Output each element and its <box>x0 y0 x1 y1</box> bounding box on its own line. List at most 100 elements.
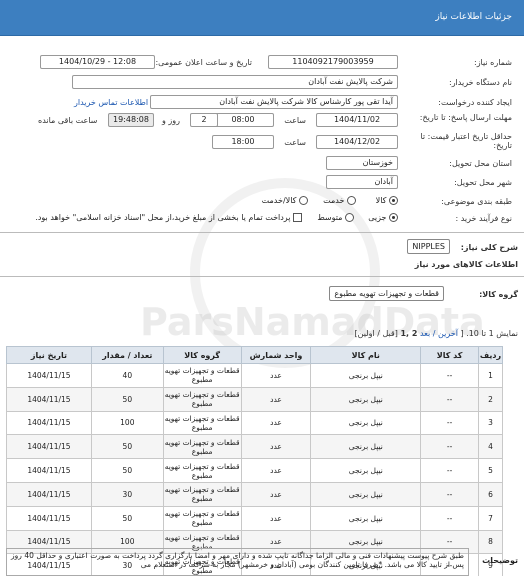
table-cell: -- <box>420 386 480 412</box>
goods-group-label: گروه کالا: <box>479 290 518 299</box>
process-label: نوع فرآیند خرید : <box>455 214 512 223</box>
table-cell: 50 <box>90 386 164 412</box>
province-field: خوزستان <box>326 156 398 170</box>
need-number-label: شماره نیاز: <box>474 58 512 67</box>
notes-text: طبق شرح پیوست پیشنهادات فنی و مالی الزام… <box>6 548 469 576</box>
payment-treasury-checkbox[interactable]: پرداخت تمام یا بخشی از مبلغ خرید،از محل … <box>35 213 302 222</box>
column-header: گروه کالا <box>162 346 242 364</box>
table-row: 2 -- نیپل برنجی عدد قطعات و تجهیزات تهویه مط… <box>6 386 503 412</box>
table-row: 6 -- نیپل برنجی عدد قطعات و تجهیزات تهویه مط… <box>6 481 503 507</box>
pagination: نمایش 1 تا 10. [ آخرین / بعد 2 ,1 [قبل /… <box>355 329 518 338</box>
table-cell: عدد <box>240 386 312 412</box>
table-cell: نیپل برنجی <box>310 363 422 388</box>
pagination-suffix[interactable]: [قبل / اولین] <box>355 329 398 338</box>
category-option-goods-service[interactable]: کالا/خدمت <box>262 196 308 205</box>
pagination-pages[interactable]: 2 ,1 <box>400 329 417 338</box>
table-cell: قطعات و تجهیزات تهویه مطبوع <box>162 434 242 460</box>
table-cell: 1404/11/15 <box>6 386 92 412</box>
column-header: تعداد / مقدار <box>90 346 164 364</box>
deadline-time-label: ساعت <box>284 116 306 125</box>
contact-info-link[interactable]: اطلاعات تماس خریدار <box>74 98 148 107</box>
announce-field: 1404/10/29 - 12:08 <box>40 55 155 69</box>
table-cell: نیپل برنجی <box>310 410 422 436</box>
table-cell: قطعات و تجهیزات تهویه مطبوع <box>162 458 242 483</box>
table-row: 4 -- نیپل برنجی عدد قطعات و تجهیزات تهویه مط… <box>6 434 503 460</box>
city-field: آبادان <box>326 175 398 189</box>
day-and-label: روز و <box>162 116 180 125</box>
table-cell: 1404/11/15 <box>6 481 92 507</box>
table-cell: -- <box>420 434 480 460</box>
table-cell: عدد <box>240 481 312 507</box>
deadline-date-field: 1404/11/02 <box>316 113 398 127</box>
pagination-next-last-link[interactable]: آخرین / بعد <box>420 329 458 338</box>
table-cell: -- <box>420 505 480 531</box>
table-cell: 1404/11/15 <box>6 505 92 531</box>
divider <box>0 276 524 277</box>
table-row: 7 -- نیپل برنجی عدد قطعات و تجهیزات تهویه مط… <box>6 505 503 531</box>
table-row: 5 -- نیپل برنجی عدد قطعات و تجهیزات تهویه مط… <box>6 458 503 483</box>
city-label: شهر محل تحویل: <box>454 178 512 187</box>
table-cell: -- <box>420 410 480 436</box>
table-cell: 7 <box>478 505 503 531</box>
divider <box>0 232 524 233</box>
table-cell: 100 <box>90 410 164 436</box>
radio-icon[interactable] <box>389 213 398 222</box>
column-header: ردیف <box>478 346 503 364</box>
category-label: طبقه بندی موضوعی: <box>441 197 512 206</box>
table-cell: عدد <box>240 505 312 531</box>
buyer-label: نام دستگاه خریدار: <box>449 78 512 87</box>
table-cell: عدد <box>240 458 312 483</box>
buyer-field: شرکت پالایش نفت آبادان <box>72 75 398 89</box>
column-header: نام کالا <box>310 346 422 364</box>
table-cell: قطعات و تجهیزات تهویه مطبوع <box>162 481 242 507</box>
table-cell: 40 <box>90 363 164 388</box>
checkbox-icon[interactable] <box>293 213 302 222</box>
category-option-service[interactable]: خدمت <box>323 196 356 205</box>
table-cell: 50 <box>90 458 164 483</box>
radio-icon[interactable] <box>347 196 356 205</box>
table-cell: 2 <box>478 386 503 412</box>
table-cell: -- <box>420 458 480 483</box>
radio-icon[interactable] <box>389 196 398 205</box>
table-cell: عدد <box>240 434 312 460</box>
validity-time-label: ساعت <box>284 138 306 147</box>
table-cell: 3 <box>478 410 503 436</box>
deadline-time-field: 08:00 <box>212 113 274 127</box>
table-cell: 50 <box>90 434 164 460</box>
items-table: ردیف کد کالا نام کالا واحد شمارش گروه کا… <box>6 346 503 576</box>
table-cell: 8 <box>478 529 503 555</box>
column-header: واحد شمارش <box>240 346 312 364</box>
table-cell: نیپل برنجی <box>310 505 422 531</box>
column-header: تاریخ نیاز <box>6 346 92 364</box>
table-cell: نیپل برنجی <box>310 458 422 483</box>
table-cell: عدد <box>240 363 312 388</box>
radio-icon[interactable] <box>299 196 308 205</box>
radio-icon[interactable] <box>345 213 354 222</box>
need-number-field: 1104092179003959 <box>268 55 398 69</box>
validity-label: حداقل تاریخ اعتبار قیمت: تا تاریخ: <box>420 132 512 150</box>
process-option-medium[interactable]: متوسط <box>317 213 354 222</box>
table-cell: نیپل برنجی <box>310 386 422 412</box>
validity-date-field: 1404/12/02 <box>316 135 398 149</box>
deadline-label: مهلت ارسال پاسخ: تا تاریخ: <box>419 113 512 122</box>
table-header-row: ردیف کد کالا نام کالا واحد شمارش گروه کا… <box>6 346 503 364</box>
notes-label: توضیحات <box>482 556 518 565</box>
announce-label: تاریخ و ساعت اعلان عمومی: <box>155 58 252 67</box>
need-summary-field: NIPPLES <box>407 239 450 254</box>
table-cell: 30 <box>90 481 164 507</box>
pagination-prefix: نمایش 1 تا 10. [ <box>460 329 518 338</box>
table-cell: 1404/11/15 <box>6 410 92 436</box>
creator-label: ایجاد کننده درخواست: <box>438 98 512 107</box>
category-option-goods[interactable]: کالا <box>376 196 398 205</box>
remaining-days-field: 2 <box>190 113 218 127</box>
need-summary-label: شرح کلی نیاز: <box>460 243 518 252</box>
goods-section-title: اطلاعات کالاهای مورد نیاز <box>414 260 518 269</box>
creator-field: آیدا تقی پور کارشناس کالا شرکت پالایش نف… <box>150 95 398 109</box>
column-header: کد کالا <box>420 346 480 364</box>
table-cell: قطعات و تجهیزات تهویه مطبوع <box>162 386 242 412</box>
process-option-minor[interactable]: جزیی <box>368 213 398 222</box>
table-cell: 1404/11/15 <box>6 434 92 460</box>
table-row: 1 -- نیپل برنجی عدد قطعات و تجهیزات تهویه مط… <box>6 363 503 388</box>
table-cell: 50 <box>90 505 164 531</box>
table-cell: 1404/11/15 <box>6 363 92 388</box>
